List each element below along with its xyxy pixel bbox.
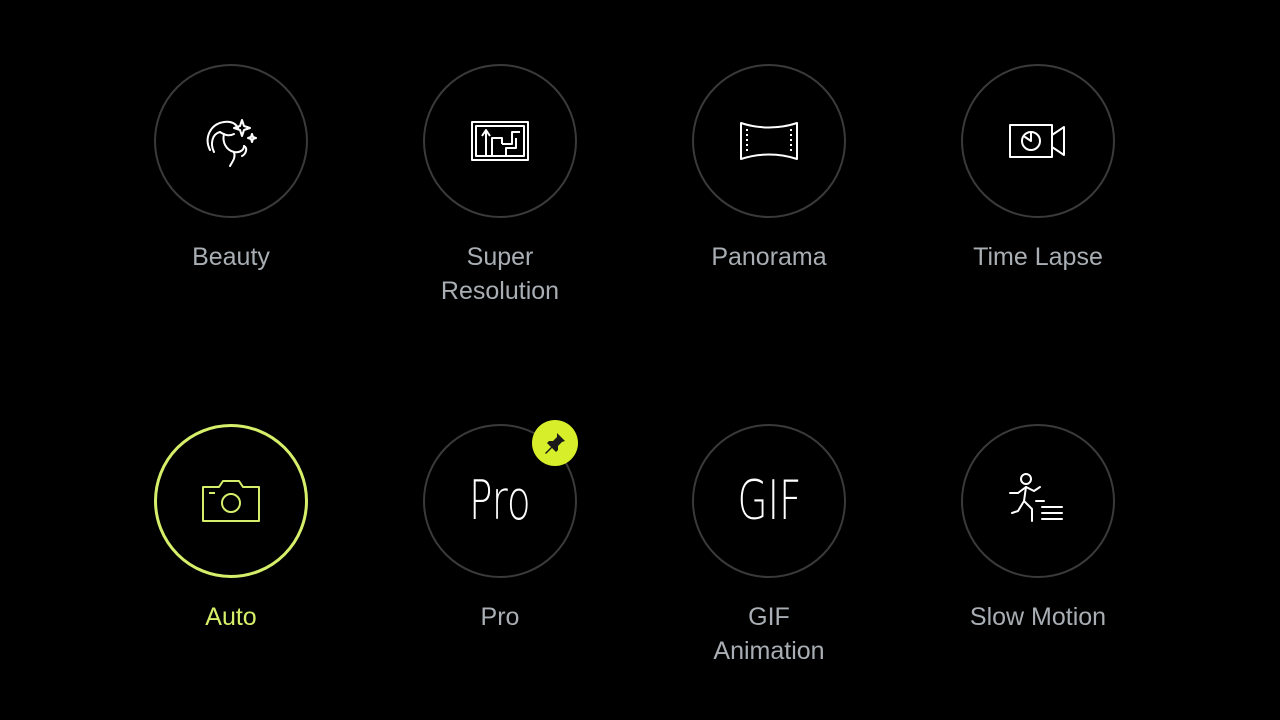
slow-motion-icon (1006, 471, 1070, 531)
camera-mode-grid: Beauty Super Resolution Panorama Time La… (0, 0, 1280, 720)
mode-slow-motion[interactable]: Slow Motion (928, 424, 1148, 684)
mode-super-resolution[interactable]: Super Resolution (390, 64, 610, 324)
gif-icon: GIF (737, 469, 801, 532)
pro-icon: Pro (469, 469, 531, 532)
pinned-badge[interactable] (532, 420, 578, 466)
super-resolution-icon (468, 116, 532, 166)
pin-icon (542, 430, 568, 456)
mode-super-resolution-ring (423, 64, 577, 218)
mode-beauty-ring (154, 64, 308, 218)
mode-label: Panorama (711, 243, 827, 271)
beauty-icon (196, 106, 266, 176)
mode-time-lapse-ring (961, 64, 1115, 218)
mode-label: Slow Motion (969, 603, 1107, 631)
panorama-icon (737, 119, 801, 163)
mode-label: Super Resolution (440, 243, 560, 305)
mode-slow-motion-ring (961, 424, 1115, 578)
mode-beauty[interactable]: Beauty (121, 64, 341, 324)
mode-time-lapse[interactable]: Time Lapse (928, 64, 1148, 324)
mode-gif-animation[interactable]: GIF GIF Animation (659, 424, 879, 684)
mode-label: GIF Animation (713, 603, 825, 665)
mode-label: Auto (205, 603, 257, 631)
mode-label: Time Lapse (973, 243, 1103, 271)
mode-panorama[interactable]: Panorama (659, 64, 879, 324)
mode-label: Beauty (192, 243, 270, 271)
mode-pro-ring: Pro (423, 420, 578, 578)
mode-auto-ring (154, 424, 308, 578)
mode-auto[interactable]: Auto (121, 424, 341, 684)
camera-icon (199, 477, 263, 525)
mode-gif-ring: GIF (692, 424, 846, 578)
mode-label: Pro (480, 603, 520, 631)
mode-panorama-ring (692, 64, 846, 218)
mode-pro[interactable]: Pro Pro (390, 420, 610, 684)
time-lapse-icon (1006, 119, 1070, 163)
